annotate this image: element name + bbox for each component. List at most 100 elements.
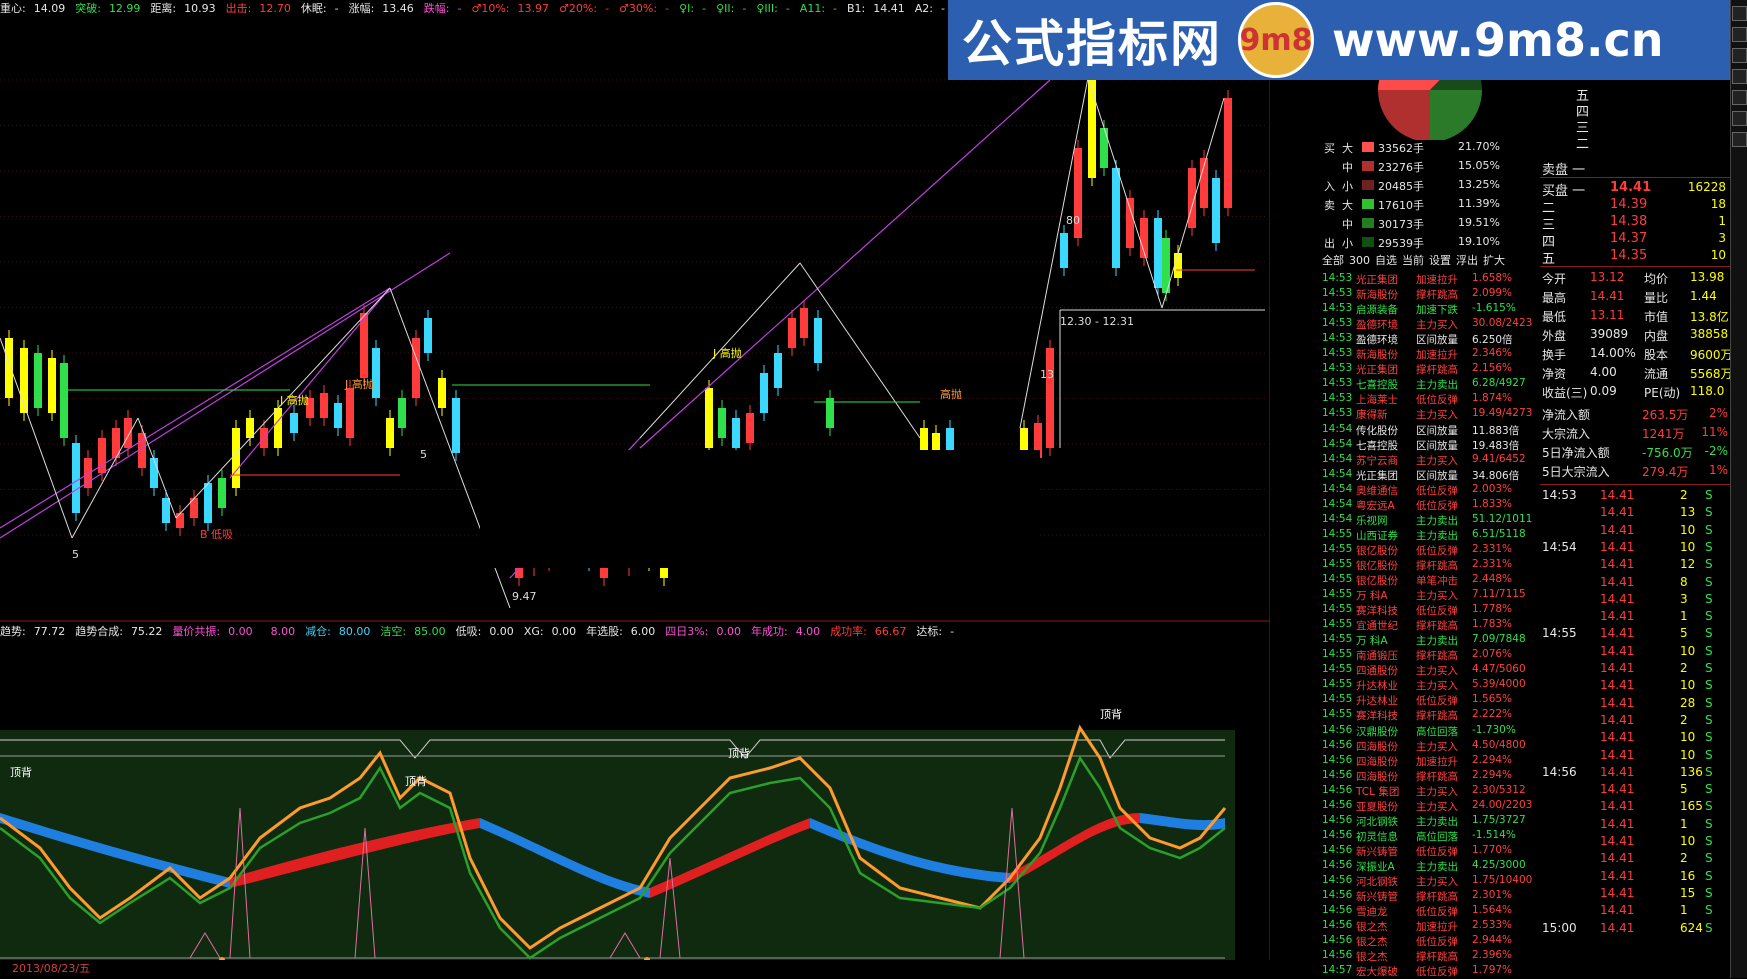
tool-icon-6[interactable] — [1732, 111, 1747, 126]
stat-k1-5: 净资 — [1542, 367, 1567, 381]
candle-body — [760, 373, 768, 413]
flow-volume-0: 33562手 — [1378, 142, 1424, 155]
radar-val: 2.301% — [1472, 889, 1513, 902]
tick-t-8: 14:55 — [1542, 626, 1577, 641]
radar-name: 银亿股份 — [1356, 575, 1398, 587]
radar-action: 区间放量 — [1416, 439, 1458, 452]
radar-name: 七喜控股 — [1356, 379, 1398, 392]
tick-p-2: 14.41 — [1600, 522, 1635, 537]
chart-annotation-7: 顶背 — [1100, 707, 1122, 721]
tick-v-1: 13 — [1680, 505, 1696, 520]
tool-icon-7[interactable] — [1732, 132, 1747, 147]
stat-k1-2: 最低 — [1542, 310, 1567, 324]
radar-tab-2[interactable]: 自选 — [1375, 254, 1397, 267]
top-item-13: A11: — [799, 2, 826, 15]
radar-val: 2.294% — [1472, 753, 1513, 766]
radar-name: 四海股份 — [1356, 755, 1398, 768]
candle-body — [814, 318, 822, 363]
chart-annotation-6: 9.47 — [512, 590, 537, 603]
radar-action: 低位反弹 — [1416, 394, 1458, 407]
tick-v-19: 1 — [1680, 816, 1688, 831]
right-toolbar[interactable] — [1730, 0, 1747, 978]
radar-tab-5[interactable]: 浮出 — [1456, 254, 1478, 267]
top-item-7: ♂10%: — [471, 2, 510, 15]
tool-icon-3[interactable] — [1732, 48, 1747, 63]
radar-time: 14:56 — [1322, 889, 1353, 902]
top-item-2: 距离: — [150, 2, 177, 15]
tool-icon-5[interactable] — [1732, 90, 1747, 105]
radar-tab-4[interactable]: 设置 — [1429, 254, 1451, 267]
ind-item-value-12: - — [950, 625, 955, 638]
stat-k2-4: 股本 — [1644, 348, 1669, 362]
radar-action: 低位反弹 — [1416, 845, 1458, 858]
tick-s-3: S — [1705, 539, 1713, 554]
tick-p-22: 14.41 — [1600, 868, 1635, 883]
tick-p-13: 14.41 — [1600, 712, 1635, 727]
radar-time: 14:55 — [1322, 633, 1353, 646]
radar-action: 主力买入 — [1416, 740, 1458, 753]
tick-p-19: 14.41 — [1600, 816, 1635, 831]
radar-val: 4.47/5060 — [1472, 663, 1526, 676]
radar-name: 万 科A — [1356, 635, 1388, 648]
ind-item-9: 四日3%: — [665, 625, 709, 638]
stat-v1-3: 39089 — [1590, 327, 1629, 341]
radar-name: 盈德环境 — [1356, 319, 1398, 332]
radar-tab-6[interactable]: 扩大 — [1483, 254, 1505, 267]
radar-val: 1.833% — [1472, 497, 1513, 510]
chart-mask — [480, 450, 1040, 568]
tick-s-14: S — [1705, 730, 1713, 745]
radar-val: 2.099% — [1472, 287, 1513, 300]
radar-val: 1.874% — [1472, 392, 1513, 405]
order-book-panel: 五四三二卖盘 一 买盘 一 14.41 16228 二 14.39 18 三 14.38 1 四 1… — [1540, 80, 1733, 978]
radar-val: 6.51/5118 — [1472, 527, 1526, 540]
candle-body — [1100, 128, 1108, 168]
kline-chart[interactable]: 14.5014.0013.5013.0012.5012.0011.5011.00… — [0, 18, 1270, 978]
candle-body — [60, 363, 68, 438]
radar-val: 2.30/5312 — [1472, 783, 1526, 796]
radar-tab-0[interactable]: 全部 — [1322, 254, 1344, 267]
ind-item-12: 达标: — [916, 625, 943, 638]
tick-v-7: 1 — [1680, 609, 1688, 624]
candle-body — [718, 408, 726, 438]
radar-name: 四海股份 — [1356, 740, 1398, 753]
radar-time: 14:55 — [1322, 648, 1353, 661]
radar-time: 14:56 — [1322, 949, 1353, 962]
radar-name: 宏大爆破 — [1356, 966, 1398, 979]
stat-k2-3: 内盘 — [1644, 329, 1669, 343]
radar-tab-1[interactable]: 300 — [1349, 254, 1370, 267]
tick-p-5: 14.41 — [1600, 574, 1635, 589]
top-item-14: B1: — [847, 2, 866, 15]
flow-pct-4: 19.51% — [1458, 216, 1500, 229]
radar-action: 加速拉升 — [1416, 274, 1458, 286]
trend-line-white — [1087, 77, 1163, 309]
tick-s-6: S — [1705, 591, 1713, 606]
radar-time: 14:56 — [1322, 798, 1353, 811]
ind-item-value-3: 8.00 — [270, 625, 296, 638]
tick-v-22: 16 — [1680, 868, 1696, 883]
ind-item-0: 趋势: — [0, 625, 26, 638]
radar-time: 14:53 — [1322, 392, 1353, 405]
tick-v-2: 10 — [1680, 522, 1696, 537]
ind-item-10: 年成功: — [750, 625, 788, 638]
chart-area[interactable]: 重心: 14.09 突破: 12.99 距离: 10.93 出击: 12.70 休眠: - 涨幅: 1… — [0, 0, 1270, 978]
candle-body — [705, 388, 713, 448]
tool-icon-4[interactable] — [1732, 69, 1747, 84]
flow-pct-0: 21.70% — [1458, 140, 1500, 153]
radar-action: 加速下跌 — [1416, 304, 1458, 317]
radar-time: 14:53 — [1322, 287, 1353, 300]
candle-body — [334, 403, 342, 428]
candle-body — [424, 318, 432, 353]
fund-flow-value-0: 263.5万 — [1642, 408, 1689, 422]
buy-price-4: 14.35 — [1610, 248, 1648, 263]
radar-val: -1.514% — [1472, 828, 1516, 841]
radar-tab-3[interactable]: 当前 — [1402, 254, 1424, 267]
capital-flow-panel: 买大 33562手 21.70% 中 23276手 15.05% 入小 20485手 13.25… — [1320, 80, 1540, 978]
radar-tabs[interactable]: 全部 300 自选 当前 设置 浮出 扩大 — [1322, 252, 1510, 267]
ind-item-value-2: 0.00 — [228, 625, 253, 638]
tick-v-12: 28 — [1680, 695, 1696, 710]
tick-s-8: S — [1705, 626, 1713, 641]
buy-price-2: 14.38 — [1610, 214, 1648, 229]
tool-icon-2[interactable] — [1732, 27, 1747, 42]
tool-icon-1[interactable] — [1732, 6, 1747, 21]
radar-time: 14:56 — [1322, 843, 1353, 856]
